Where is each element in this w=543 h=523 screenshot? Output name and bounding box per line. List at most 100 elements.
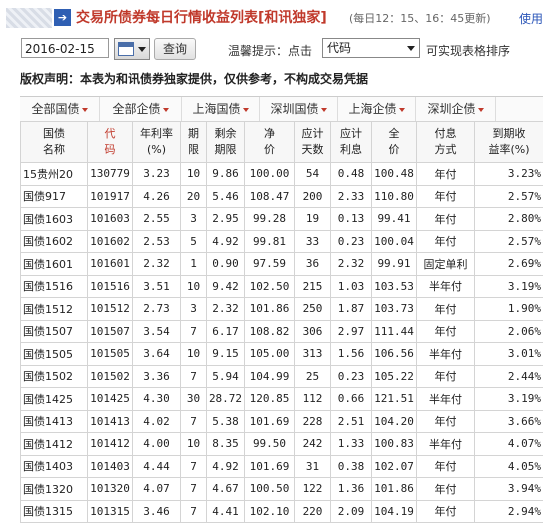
- tab-shanghai-treasury[interactable]: 上海国债: [182, 97, 260, 121]
- cell-term: 10: [181, 433, 207, 456]
- column-header-accrued-days[interactable]: 应计天数: [295, 122, 331, 163]
- table-row: 国债15051015053.64109.15105.003131.56106.5…: [21, 343, 543, 366]
- sort-select-value: 代码: [327, 41, 351, 55]
- calendar-picker-button[interactable]: [114, 38, 150, 60]
- cell-name[interactable]: 15贵州20: [21, 163, 88, 186]
- column-header-line: 价: [245, 142, 294, 158]
- chevron-down-icon: [478, 108, 484, 112]
- cell-accrued-days: 242: [295, 433, 331, 456]
- cell-accrued-days: 112: [295, 388, 331, 411]
- cell-remaining: 4.92: [207, 455, 245, 478]
- cell-name[interactable]: 国债1315: [21, 500, 88, 523]
- cell-net-price: 108.82: [245, 320, 295, 343]
- cell-accrued-interest: 0.66: [331, 388, 372, 411]
- tab-all-treasury[interactable]: 全部国债: [20, 97, 100, 121]
- column-header-remaining[interactable]: 剩余期限: [207, 122, 245, 163]
- table-row: 国债14121014124.00108.3599.502421.33100.83…: [21, 433, 543, 456]
- cell-code: 101507: [88, 320, 133, 343]
- cell-payment-method: 年付: [417, 500, 475, 523]
- cell-term: 7: [181, 500, 207, 523]
- cell-net-price: 102.50: [245, 275, 295, 298]
- cell-name[interactable]: 国债1516: [21, 275, 88, 298]
- cell-name[interactable]: 国债1403: [21, 455, 88, 478]
- cell-code: 101413: [88, 410, 133, 433]
- sort-select[interactable]: 代码: [322, 38, 420, 58]
- cell-accrued-interest: 1.36: [331, 478, 372, 501]
- column-header-accrued-interest[interactable]: 应计利息: [331, 122, 372, 163]
- cell-name[interactable]: 国债1320: [21, 478, 88, 501]
- cell-ytm: 4.05%: [475, 455, 543, 478]
- tab-shenzhen-treasury[interactable]: 深圳国债: [260, 97, 338, 121]
- help-link[interactable]: 使用: [519, 10, 543, 27]
- cell-accrued-interest: 0.23: [331, 230, 372, 253]
- column-header-line: 限: [181, 142, 206, 158]
- column-header-line: (%): [133, 142, 180, 158]
- table-body: 15贵州201307793.23109.86100.00540.48100.48…: [21, 163, 543, 523]
- cell-payment-method: 年付: [417, 208, 475, 231]
- cell-accrued-days: 36: [295, 253, 331, 276]
- cell-code: 101603: [88, 208, 133, 231]
- cell-full-price: 121.51: [372, 388, 417, 411]
- cell-accrued-interest: 0.13: [331, 208, 372, 231]
- cell-accrued-interest: 0.23: [331, 365, 372, 388]
- cell-term: 7: [181, 478, 207, 501]
- tab-shanghai-corporate[interactable]: 上海企债: [338, 97, 416, 121]
- cell-accrued-interest: 2.97: [331, 320, 372, 343]
- table-row: 国债14031014034.4474.92101.69310.38102.07年…: [21, 455, 543, 478]
- arrow-right-icon: ➔: [54, 9, 71, 26]
- bond-category-tabs: 全部国债 全部企债 上海国债 深圳国债 上海企债 深圳企债: [20, 96, 543, 122]
- column-header-code[interactable]: 代码: [88, 122, 133, 163]
- cell-remaining: 9.15: [207, 343, 245, 366]
- cell-accrued-interest: 1.33: [331, 433, 372, 456]
- sort-tip: 可实现表格排序: [426, 42, 510, 59]
- cell-term: 3: [181, 208, 207, 231]
- cell-name[interactable]: 国债1601: [21, 253, 88, 276]
- cell-remaining: 4.92: [207, 230, 245, 253]
- cell-name[interactable]: 国债917: [21, 185, 88, 208]
- table-row: 国债16031016032.5532.9599.28190.1399.41年付2…: [21, 208, 543, 231]
- cell-ytm: 3.94%: [475, 478, 543, 501]
- cell-payment-method: 年付: [417, 320, 475, 343]
- cell-rate: 4.44: [133, 455, 181, 478]
- cell-payment-method: 年付: [417, 410, 475, 433]
- column-header-full-price[interactable]: 全价: [372, 122, 417, 163]
- cell-name[interactable]: 国债1425: [21, 388, 88, 411]
- cell-name[interactable]: 国债1412: [21, 433, 88, 456]
- tab-all-corporate[interactable]: 全部企债: [100, 97, 182, 121]
- cell-name[interactable]: 国债1505: [21, 343, 88, 366]
- cell-code: 101425: [88, 388, 133, 411]
- cell-ytm: 2.80%: [475, 208, 543, 231]
- cell-name[interactable]: 国债1603: [21, 208, 88, 231]
- column-header-line: 全: [372, 126, 416, 142]
- cell-payment-method: 年付: [417, 298, 475, 321]
- cell-name[interactable]: 国债1512: [21, 298, 88, 321]
- cell-payment-method: 年付: [417, 163, 475, 186]
- column-header-payment-method[interactable]: 付息方式: [417, 122, 475, 163]
- cell-rate: 4.26: [133, 185, 181, 208]
- column-header-name[interactable]: 国债名称: [21, 122, 88, 163]
- column-header-rate[interactable]: 年利率(%): [133, 122, 181, 163]
- cell-name[interactable]: 国债1602: [21, 230, 88, 253]
- cell-accrued-interest: 2.09: [331, 500, 372, 523]
- column-header-line: 到期收: [475, 126, 543, 142]
- column-header-term[interactable]: 期限: [181, 122, 207, 163]
- column-header-line: 付息: [417, 126, 474, 142]
- tab-shenzhen-corporate[interactable]: 深圳企债: [416, 97, 496, 121]
- cell-accrued-interest: 2.33: [331, 185, 372, 208]
- cell-name[interactable]: 国债1507: [21, 320, 88, 343]
- date-input[interactable]: 2016-02-15: [21, 38, 109, 58]
- column-header-line: 净: [245, 126, 294, 142]
- cell-payment-method: 年付: [417, 185, 475, 208]
- cell-payment-method: 年付: [417, 478, 475, 501]
- query-button[interactable]: 查询: [154, 38, 196, 60]
- cell-code: 101505: [88, 343, 133, 366]
- cell-remaining: 2.95: [207, 208, 245, 231]
- cell-full-price: 100.48: [372, 163, 417, 186]
- column-header-net-price[interactable]: 净价: [245, 122, 295, 163]
- cell-full-price: 100.83: [372, 433, 417, 456]
- table-row: 国债14131014134.0275.38101.692282.51104.20…: [21, 410, 543, 433]
- cell-name[interactable]: 国债1502: [21, 365, 88, 388]
- cell-name[interactable]: 国债1413: [21, 410, 88, 433]
- column-header-ytm[interactable]: 到期收益率(%): [475, 122, 543, 163]
- cell-payment-method: 半年付: [417, 275, 475, 298]
